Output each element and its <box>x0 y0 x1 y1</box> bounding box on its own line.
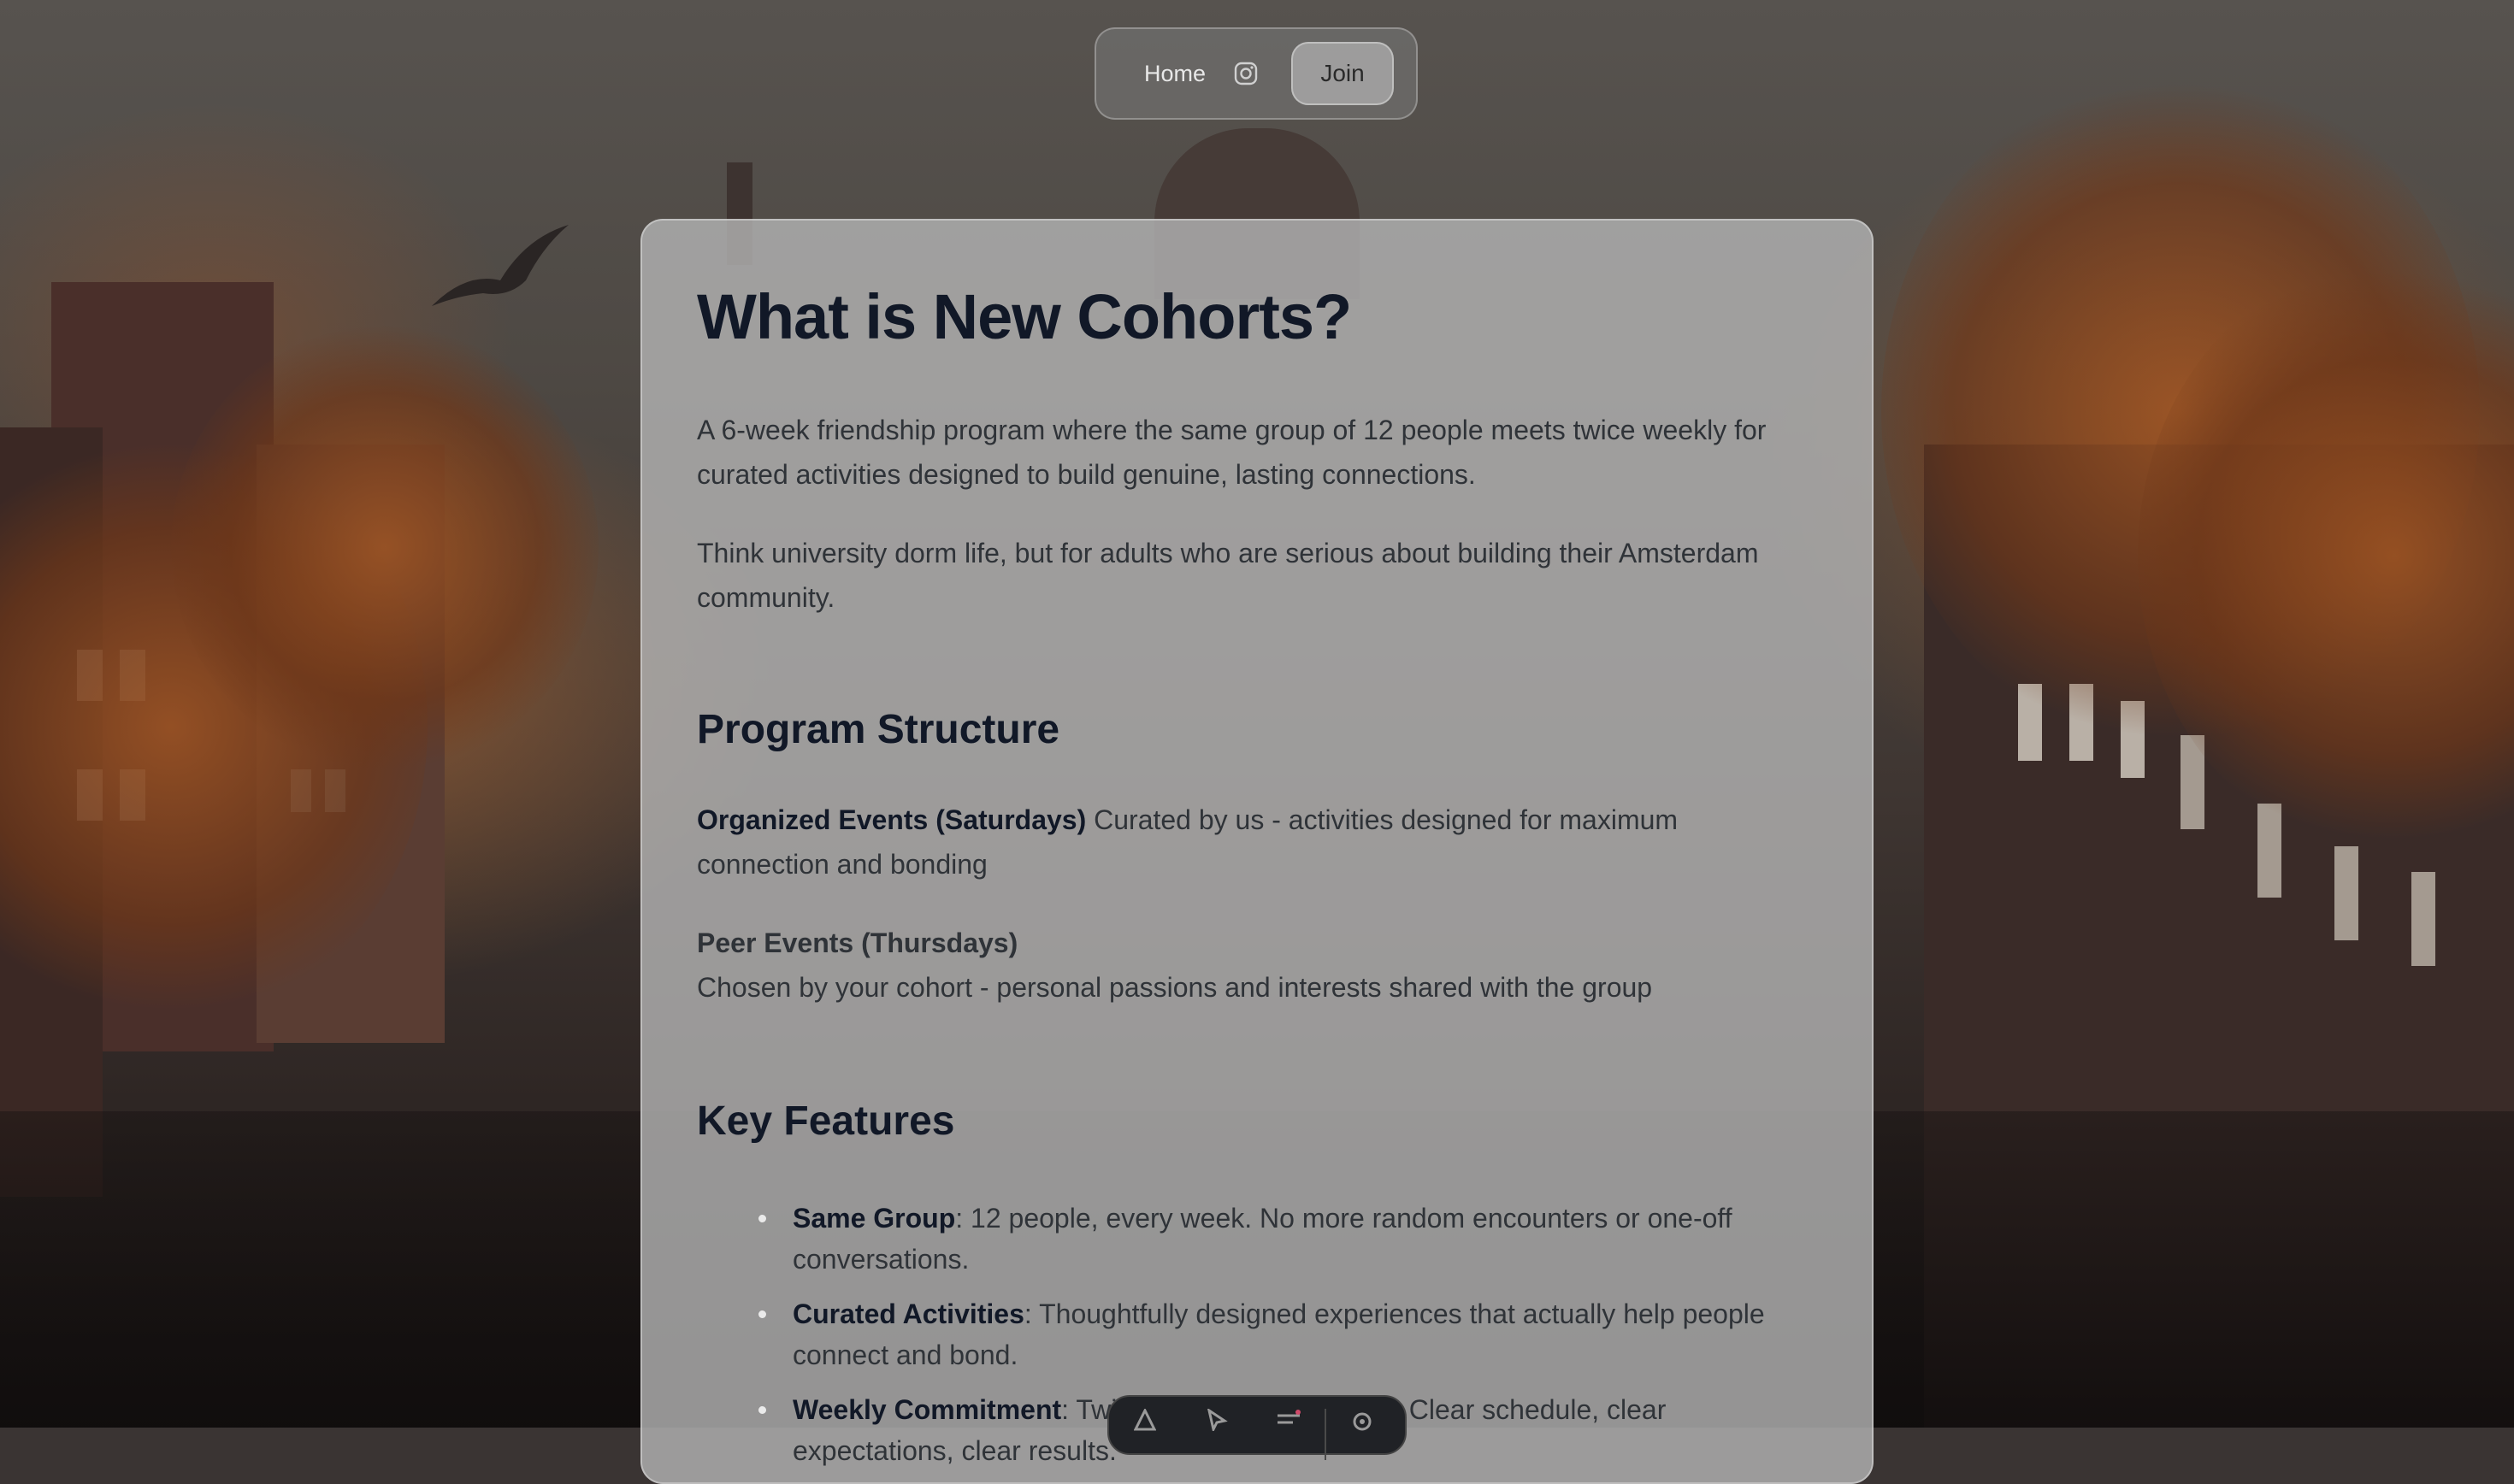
intro-paragraph: Think university dorm life, but for adul… <box>697 538 1759 614</box>
list-item: Same Group: 12 people, every week. No mo… <box>758 1198 1817 1280</box>
organized-events-title: Organized Events (Saturdays) <box>697 804 1087 835</box>
instagram-icon[interactable] <box>1233 61 1259 86</box>
inspect-icon[interactable] <box>1109 1409 1181 1431</box>
feature-title: Same Group <box>793 1202 956 1234</box>
layers-icon[interactable] <box>1253 1409 1325 1431</box>
key-features-heading: Key Features <box>697 1098 955 1144</box>
page-title: What is New Cohorts? <box>697 281 1352 352</box>
bird-silhouette <box>432 225 569 306</box>
content-card: What is New Cohorts? A 6-week friendship… <box>640 219 1874 1484</box>
intro-paragraph: A 6-week friendship program where the sa… <box>697 415 1767 491</box>
top-nav: Home Join <box>1095 27 1418 120</box>
floating-toolbar <box>1107 1395 1407 1460</box>
join-button[interactable]: Join <box>1291 42 1395 105</box>
nav-home-link[interactable]: Home <box>1144 61 1206 87</box>
program-structure-heading: Program Structure <box>697 707 1060 753</box>
settings-icon[interactable] <box>1326 1409 1398 1434</box>
list-item: Curated Activities: Thoughtfully designe… <box>758 1293 1817 1375</box>
peer-events-description: Chosen by your cohort - personal passion… <box>697 971 1653 1003</box>
cursor-icon[interactable] <box>1181 1409 1253 1431</box>
feature-title: Weekly Commitment <box>793 1393 1062 1425</box>
organized-events-item: Organized Events (Saturdays) Curated by … <box>697 798 1817 886</box>
peer-events-title: Peer Events (Thursdays) <box>697 927 1018 958</box>
feature-title: Curated Activities <box>793 1298 1024 1329</box>
peer-events-item: Peer Events (Thursdays) Chosen by your c… <box>697 921 1817 1010</box>
